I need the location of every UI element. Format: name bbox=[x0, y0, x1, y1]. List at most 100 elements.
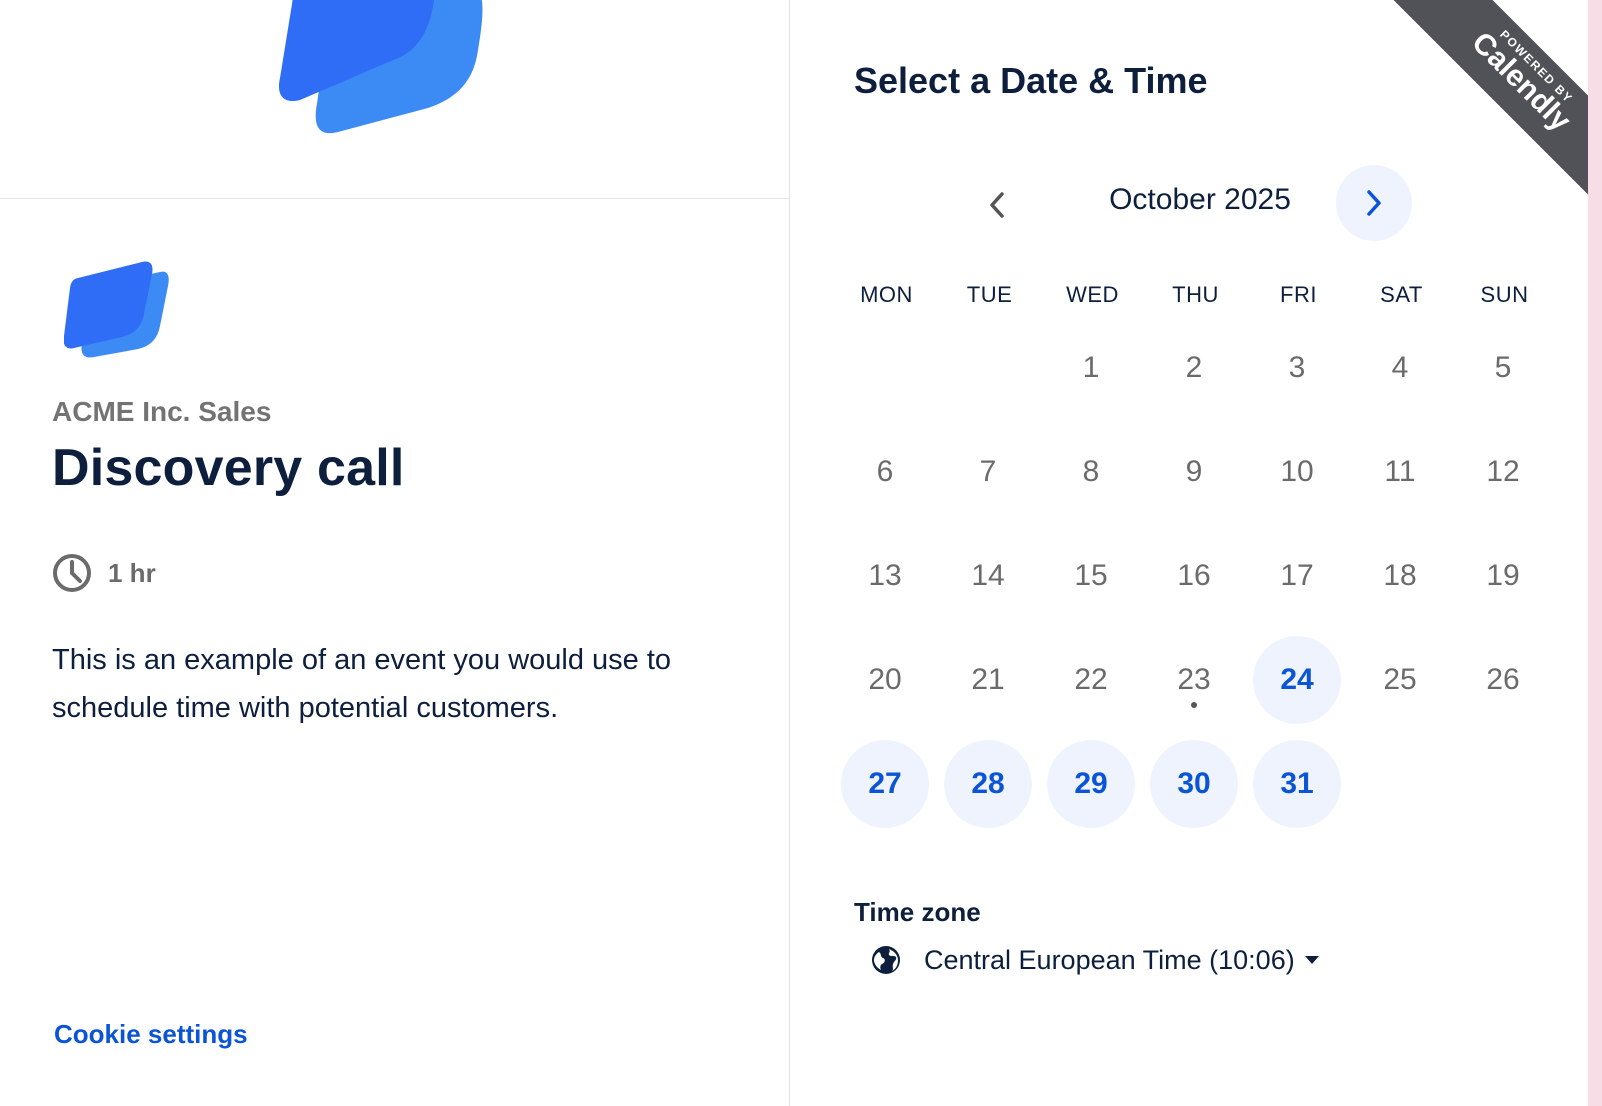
powered-by-badge[interactable]: POWERED BY Calendly bbox=[1358, 0, 1588, 200]
available-day-button[interactable]: 29 bbox=[1047, 740, 1135, 828]
day-number: 15 bbox=[1074, 559, 1108, 592]
timezone-selector[interactable]: Central European Time (10:06) bbox=[870, 944, 1319, 976]
day-number: 14 bbox=[971, 559, 1005, 592]
calendar-cell: 7 bbox=[938, 414, 1041, 518]
unavailable-day: 4 bbox=[1356, 324, 1444, 412]
calendar-cell: 30 bbox=[1144, 726, 1247, 830]
calendar-cell: 22 bbox=[1041, 622, 1144, 726]
day-number: 27 bbox=[868, 767, 902, 800]
unavailable-day: 5 bbox=[1459, 324, 1547, 412]
unavailable-day: 19 bbox=[1459, 532, 1547, 620]
timezone-value: Central European Time (10:06) bbox=[924, 944, 1295, 975]
header-logo-area bbox=[0, 0, 789, 199]
calendar-cell: 18 bbox=[1350, 518, 1453, 622]
available-day-button[interactable]: 24 bbox=[1253, 636, 1341, 724]
available-day-button[interactable]: 31 bbox=[1253, 740, 1341, 828]
booking-card: ACME Inc. Sales Discovery call 1 hr This… bbox=[0, 0, 1588, 1106]
calendar-cell: 9 bbox=[1144, 414, 1247, 518]
company-logo bbox=[64, 261, 169, 358]
calendar-cell: 8 bbox=[1041, 414, 1144, 518]
weekday-label: SAT bbox=[1380, 282, 1423, 307]
calendar-cell: 12 bbox=[1453, 414, 1556, 518]
day-number: 22 bbox=[1074, 663, 1108, 696]
day-number: 11 bbox=[1384, 455, 1416, 488]
calendar-cell: 16 bbox=[1144, 518, 1247, 622]
calendar-cell: 27 bbox=[835, 726, 938, 830]
unavailable-day: 1 bbox=[1047, 324, 1135, 412]
available-day-button[interactable]: 30 bbox=[1150, 740, 1238, 828]
calendar-cell: 3 bbox=[1247, 310, 1350, 414]
weekday-label: MON bbox=[860, 282, 913, 307]
unavailable-day: 6 bbox=[841, 428, 929, 516]
calendar-cell: 13 bbox=[835, 518, 938, 622]
calendar-cell: 17 bbox=[1247, 518, 1350, 622]
previous-month-button[interactable] bbox=[972, 180, 1022, 230]
weekday-label: FRI bbox=[1280, 282, 1317, 307]
cookie-settings-link[interactable]: Cookie settings bbox=[54, 1019, 248, 1050]
organization-name: ACME Inc. Sales bbox=[52, 396, 272, 427]
available-day-button[interactable]: 27 bbox=[841, 740, 929, 828]
calendar-grid: MON TUE WED THU FRI SAT SUN 1 2 3 4 5 6 7 8 9 10 11 12 13 1… bbox=[835, 280, 1558, 830]
calendar-cell: 1 bbox=[1041, 310, 1144, 414]
unavailable-day: 18 bbox=[1356, 532, 1444, 620]
weekday-label: WED bbox=[1066, 282, 1119, 307]
day-number: 12 bbox=[1486, 455, 1520, 488]
unavailable-day: 23 bbox=[1150, 636, 1238, 724]
unavailable-day: 9 bbox=[1150, 428, 1238, 516]
calendar-cell: 20 bbox=[835, 622, 938, 726]
calendar-cell bbox=[1453, 726, 1556, 830]
weekday-label: TUE bbox=[966, 282, 1013, 307]
unavailable-day: 7 bbox=[944, 428, 1032, 516]
unavailable-day: 21 bbox=[944, 636, 1032, 724]
unavailable-day: 3 bbox=[1253, 324, 1341, 412]
unavailable-day: 26 bbox=[1459, 636, 1547, 724]
company-logo-large bbox=[279, 0, 483, 134]
calendar-cell bbox=[1350, 726, 1453, 830]
day-number: 13 bbox=[868, 559, 902, 592]
duration-label: 1 hr bbox=[108, 557, 156, 588]
unavailable-day: 16 bbox=[1150, 532, 1238, 620]
today-indicator-dot bbox=[1191, 702, 1197, 708]
unavailable-day: 13 bbox=[841, 532, 929, 620]
unavailable-day: 14 bbox=[944, 532, 1032, 620]
day-number: 29 bbox=[1074, 767, 1108, 800]
weekday-label: THU bbox=[1172, 282, 1219, 307]
day-number: 28 bbox=[971, 767, 1005, 800]
day-number: 8 bbox=[1082, 455, 1100, 488]
calendar-cell: 4 bbox=[1350, 310, 1453, 414]
calendar-week-row: 1 2 3 4 5 bbox=[835, 310, 1558, 414]
day-number: 30 bbox=[1177, 767, 1211, 800]
calendar-cell: 15 bbox=[1041, 518, 1144, 622]
calendar-cell: 11 bbox=[1350, 414, 1453, 518]
unavailable-day: 11 bbox=[1356, 428, 1444, 516]
calendar-cell: 14 bbox=[938, 518, 1041, 622]
caret-down-icon bbox=[1304, 956, 1319, 964]
calendar-cell: 10 bbox=[1247, 414, 1350, 518]
calendar-week-row: 13 14 15 16 17 18 19 bbox=[835, 518, 1558, 622]
day-number: 21 bbox=[971, 663, 1005, 696]
calendar-cell: 28 bbox=[938, 726, 1041, 830]
weekday-label: SUN bbox=[1480, 282, 1529, 307]
unavailable-day: 20 bbox=[841, 636, 929, 724]
day-number: 20 bbox=[868, 663, 902, 696]
day-number: 1 bbox=[1082, 351, 1100, 384]
unavailable-day: 2 bbox=[1150, 324, 1238, 412]
day-number: 25 bbox=[1383, 663, 1417, 696]
day-number: 24 bbox=[1280, 663, 1314, 696]
calendar-cell: 5 bbox=[1453, 310, 1556, 414]
unavailable-day: 8 bbox=[1047, 428, 1135, 516]
day-number: 19 bbox=[1486, 559, 1520, 592]
unavailable-day: 12 bbox=[1459, 428, 1547, 516]
day-number: 7 bbox=[979, 455, 997, 488]
day-number: 23 bbox=[1177, 663, 1211, 696]
weekday-header-row: MON TUE WED THU FRI SAT SUN bbox=[835, 280, 1558, 310]
event-title: Discovery call bbox=[52, 439, 405, 497]
unavailable-day: 17 bbox=[1253, 532, 1341, 620]
day-number: 31 bbox=[1280, 767, 1314, 800]
panel-title: Select a Date & Time bbox=[854, 60, 1208, 101]
calendar-cell bbox=[938, 310, 1041, 414]
day-number: 6 bbox=[876, 455, 894, 488]
available-day-button[interactable]: 28 bbox=[944, 740, 1032, 828]
day-number: 5 bbox=[1494, 351, 1512, 384]
event-details-panel: ACME Inc. Sales Discovery call 1 hr This… bbox=[0, 0, 790, 1106]
